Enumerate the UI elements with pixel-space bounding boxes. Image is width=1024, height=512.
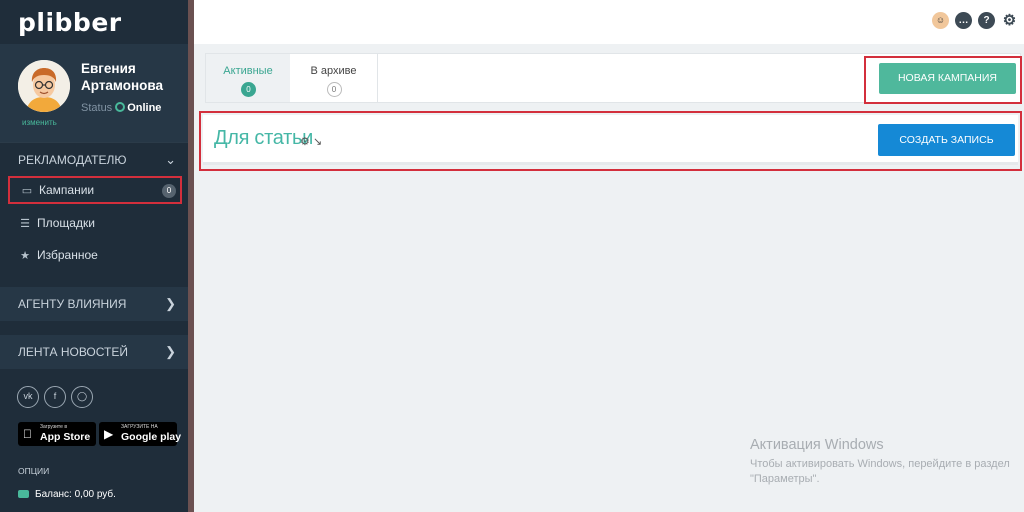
user-avatar[interactable] (18, 60, 70, 112)
chevron-right-icon: ❯ (165, 296, 176, 311)
list-icon: ☰ (20, 218, 30, 230)
user-avatar-icon[interactable]: ☺ (932, 12, 949, 29)
user-status: Status Online (81, 102, 161, 114)
app-logo[interactable]: plibber (18, 8, 122, 37)
sidebar-item-platforms[interactable]: ☰ Площадки (8, 209, 182, 237)
top-icons: ☺ … ? ⚙ (932, 12, 1018, 29)
campaigns-count-badge: 0 (162, 184, 176, 198)
new-campaign-button[interactable]: НОВАЯ КАМПАНИЯ (879, 63, 1016, 94)
campaign-actions: ⚙ ↘ (300, 135, 322, 148)
change-avatar-link[interactable]: изменить (22, 118, 57, 127)
options-label: ОПЦИИ (18, 466, 50, 476)
google-play-small-label: ЗАГРУЗИТЕ НА (121, 424, 158, 430)
chat-icon[interactable]: … (955, 12, 972, 29)
section-agent-label: АГЕНТУ ВЛИЯНИЯ (18, 297, 127, 311)
wallet-icon (18, 490, 29, 498)
google-play-label: Google play (121, 431, 182, 443)
collapse-arrow-icon[interactable]: ↘ (313, 136, 322, 148)
section-news[interactable]: ЛЕНТА НОВОСТЕЙ ❯ (0, 335, 188, 369)
windows-activation-text: Чтобы активировать Windows, перейдите в … (750, 458, 1010, 485)
megaphone-icon: ▭ (21, 185, 33, 197)
section-advertiser[interactable]: РЕКЛАМОДАТЕЛЮ ⌄ (0, 142, 188, 176)
sidebar-item-campaigns[interactable]: ▭ Кампании 0 (8, 176, 182, 204)
sidebar-divider (188, 0, 194, 512)
section-agent[interactable]: АГЕНТУ ВЛИЯНИЯ ❯ (0, 287, 188, 321)
tab-count-badge: 0 (241, 82, 256, 97)
sidebar-item-label: Кампании (39, 183, 95, 197)
campaign-title[interactable]: Для статьи (214, 127, 313, 150)
status-value: Online (127, 102, 162, 114)
tab-label: Активные (223, 65, 273, 77)
help-icon[interactable]: ? (978, 12, 995, 29)
tab-label: В архиве (310, 65, 357, 77)
windows-activation-title: Активация Windows (750, 437, 884, 453)
star-icon: ★ (20, 250, 30, 262)
gear-icon[interactable]: ⚙ (1001, 12, 1018, 29)
status-label: Status (81, 102, 113, 114)
tab-archive[interactable]: В архиве 0 (290, 54, 378, 102)
tab-active[interactable]: Активные 0 (206, 54, 290, 102)
profile-card: изменить Евгения Артамонова Status Online (0, 44, 188, 142)
balance-text: Баланс: 0,00 руб. (35, 489, 116, 500)
app-store-button[interactable]:  Загрузите в App Store (18, 422, 96, 446)
create-record-button[interactable]: СОЗДАТЬ ЗАПИСЬ (878, 124, 1015, 156)
section-news-label: ЛЕНТА НОВОСТЕЙ (18, 345, 128, 359)
vk-icon[interactable]: vk (17, 386, 39, 408)
top-bar: ☺ … ? ⚙ (194, 0, 1024, 44)
google-play-button[interactable]: ▶ ЗАГРУЗИТЕ НА Google play (99, 422, 181, 446)
chevron-right-icon: ❯ (165, 344, 176, 359)
gear-icon[interactable]: ⚙ (300, 136, 310, 148)
social-links: vk f ◯ (17, 386, 98, 408)
balance[interactable]: Баланс: 0,00 руб. (18, 489, 116, 500)
facebook-icon[interactable]: f (44, 386, 66, 408)
apple-icon:  (23, 427, 32, 441)
instagram-icon[interactable]: ◯ (71, 386, 93, 408)
sidebar: plibber изменить Евгения Артамонова Stat… (0, 0, 188, 512)
section-advertiser-label: РЕКЛАМОДАТЕЛЮ (18, 153, 127, 167)
chevron-down-icon: ⌄ (165, 152, 176, 167)
google-play-icon: ▶ (104, 427, 114, 441)
tab-count-badge: 0 (326, 82, 342, 97)
sidebar-item-favorites[interactable]: ★ Избранное (8, 241, 182, 269)
app-store-label: App Store (40, 431, 91, 443)
app-store-small-label: Загрузите в (40, 424, 67, 430)
sidebar-item-label: Избранное (37, 248, 98, 262)
sidebar-item-label: Площадки (37, 216, 95, 230)
user-name: Евгения Артамонова (81, 61, 164, 93)
online-status-icon (115, 102, 126, 112)
